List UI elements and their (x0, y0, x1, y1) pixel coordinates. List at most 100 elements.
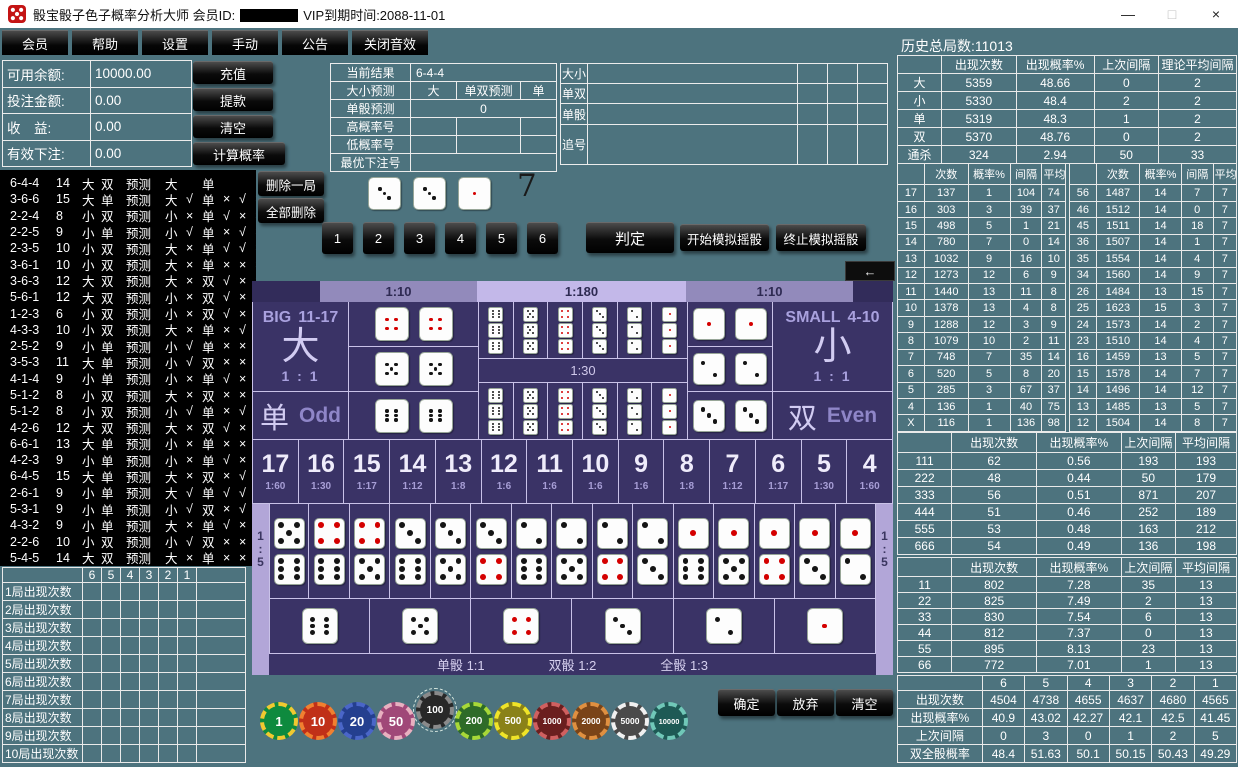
chip-100[interactable]: 100 (416, 691, 454, 729)
bet-combo-2-5[interactable] (552, 504, 592, 599)
delete-all-button[interactable]: 全部删除 (258, 198, 324, 223)
num-button-2[interactable]: 2 (363, 222, 394, 254)
judge-button[interactable]: 判定 (586, 222, 674, 253)
maximize-icon[interactable]: □ (1150, 0, 1194, 28)
close-icon[interactable]: × (1194, 0, 1238, 28)
bet-total-15[interactable]: 151:17 (344, 440, 390, 504)
bet-combo-3-5[interactable] (431, 504, 471, 599)
confirm-bet-button[interactable]: 确定 (718, 689, 775, 716)
bet-pair-66[interactable] (349, 392, 479, 440)
account-button-3[interactable]: 清空 (193, 115, 273, 138)
menu-item-3[interactable]: 设置 (142, 30, 208, 55)
bet-total-12[interactable]: 121:6 (482, 440, 528, 504)
chip-500[interactable]: 500 (494, 702, 532, 740)
bet-triple-5-b[interactable] (514, 383, 549, 440)
clear-bet-button[interactable]: 清空 (836, 689, 893, 716)
bet-combo-3-4[interactable] (471, 504, 511, 599)
discard-bet-button[interactable]: 放弃 (777, 689, 834, 716)
num-button-1[interactable]: 1 (322, 222, 353, 254)
bet-combo-1-6[interactable] (674, 504, 714, 599)
bet-combo-5-6[interactable] (269, 504, 309, 599)
bet-triple-4-b[interactable] (548, 383, 583, 440)
bet-pair-55[interactable] (349, 347, 479, 392)
high-prob-label: 高概率号 (331, 118, 411, 136)
bet-combo-2-3[interactable] (633, 504, 673, 599)
bet-total-14[interactable]: 141:12 (390, 440, 436, 504)
start-simulation-button[interactable]: 开始模拟摇骰 (680, 224, 769, 251)
bet-combo-1-2[interactable] (836, 504, 876, 599)
bet-pair-11[interactable] (688, 302, 773, 347)
chip-5000[interactable]: 5000 (611, 702, 649, 740)
bet-total-4[interactable]: 41:60 (847, 440, 893, 504)
bet-triple-2-b[interactable] (618, 383, 653, 440)
delete-one-button[interactable]: 删除一局 (258, 171, 324, 196)
chip-1000[interactable]: 1000 (533, 702, 571, 740)
num-button-6[interactable]: 6 (527, 222, 558, 254)
bet-combo-1-4[interactable] (755, 504, 795, 599)
menu-item-4[interactable]: 手动 (212, 30, 278, 55)
menu-item-5[interactable]: 公告 (282, 30, 348, 55)
bet-total-13[interactable]: 131:8 (436, 440, 482, 504)
bet-total-5[interactable]: 51:30 (802, 440, 848, 504)
bet-total-6[interactable]: 61:17 (756, 440, 802, 504)
bet-triple-3-b[interactable] (583, 383, 618, 440)
rounds-cell (140, 727, 159, 745)
bet-combo-3-6[interactable] (390, 504, 430, 599)
bet-single-3[interactable] (572, 599, 673, 654)
menu-item-2[interactable]: 帮助 (72, 30, 138, 55)
bet-total-9[interactable]: 91:6 (619, 440, 665, 504)
chip-200[interactable]: 200 (455, 702, 493, 740)
bet-combo-2-4[interactable] (593, 504, 633, 599)
bet-pair-33[interactable] (688, 392, 773, 440)
bet-triple-3[interactable] (583, 302, 618, 359)
chip-1[interactable]: 1 (260, 702, 298, 740)
bet-triple-5[interactable] (514, 302, 549, 359)
bet-triple-6[interactable] (479, 302, 514, 359)
bet-pair-22[interactable] (688, 347, 773, 392)
bet-combo-2-6[interactable] (512, 504, 552, 599)
bet-total-11[interactable]: 111:6 (527, 440, 573, 504)
bet-even[interactable]: 双Even (773, 392, 893, 440)
bet-pair-44[interactable] (349, 302, 479, 347)
bet-total-16[interactable]: 161:30 (299, 440, 345, 504)
bet-total-8[interactable]: 81:8 (664, 440, 710, 504)
num-button-4[interactable]: 4 (445, 222, 476, 254)
minimize-icon[interactable]: — (1106, 0, 1150, 28)
bet-triple-2[interactable] (618, 302, 653, 359)
stop-simulation-button[interactable]: 终止模拟摇骰 (776, 224, 866, 251)
menu-item-1[interactable]: 会员 (2, 30, 68, 55)
bet-total-17[interactable]: 171:60 (253, 440, 299, 504)
collapse-arrow-button[interactable]: ← (845, 261, 895, 281)
history-field: × (223, 192, 239, 206)
bet-combo-1-3[interactable] (795, 504, 835, 599)
chip-10[interactable]: 10 (299, 702, 337, 740)
num-button-5[interactable]: 5 (486, 222, 517, 254)
account-button-2[interactable]: 提款 (193, 88, 273, 111)
bet-single-6[interactable] (269, 599, 370, 654)
bet-combo-4-5[interactable] (350, 504, 390, 599)
chip-50[interactable]: 50 (377, 702, 415, 740)
menu-item-6[interactable]: 关闭音效 (352, 30, 428, 55)
bet-total-7[interactable]: 71:12 (710, 440, 756, 504)
chip-10000[interactable]: 10000 (650, 702, 688, 740)
bet-triple-4[interactable] (548, 302, 583, 359)
bet-small[interactable]: SMALL4-10小1 : 1 (773, 302, 893, 392)
bet-triple-6-b[interactable] (479, 383, 514, 440)
bet-combo-4-6[interactable] (309, 504, 349, 599)
bet-single-1[interactable] (775, 599, 876, 654)
num-button-3[interactable]: 3 (404, 222, 435, 254)
bet-single-2[interactable] (674, 599, 775, 654)
bet-big[interactable]: BIG11-17大1 : 1 (253, 302, 349, 392)
bet-odd[interactable]: 单Odd (253, 392, 349, 440)
account-button-4[interactable]: 计算概率 (193, 142, 285, 165)
bet-triple-1-b[interactable] (652, 383, 687, 440)
bet-any-triple[interactable]: 1:30 (479, 359, 687, 383)
bet-triple-1[interactable] (652, 302, 687, 359)
chip-2000[interactable]: 2000 (572, 702, 610, 740)
bet-single-4[interactable] (471, 599, 572, 654)
chip-20[interactable]: 20 (338, 702, 376, 740)
bet-total-10[interactable]: 101:6 (573, 440, 619, 504)
account-button-1[interactable]: 充值 (193, 61, 273, 84)
bet-single-5[interactable] (370, 599, 471, 654)
bet-combo-1-5[interactable] (714, 504, 754, 599)
